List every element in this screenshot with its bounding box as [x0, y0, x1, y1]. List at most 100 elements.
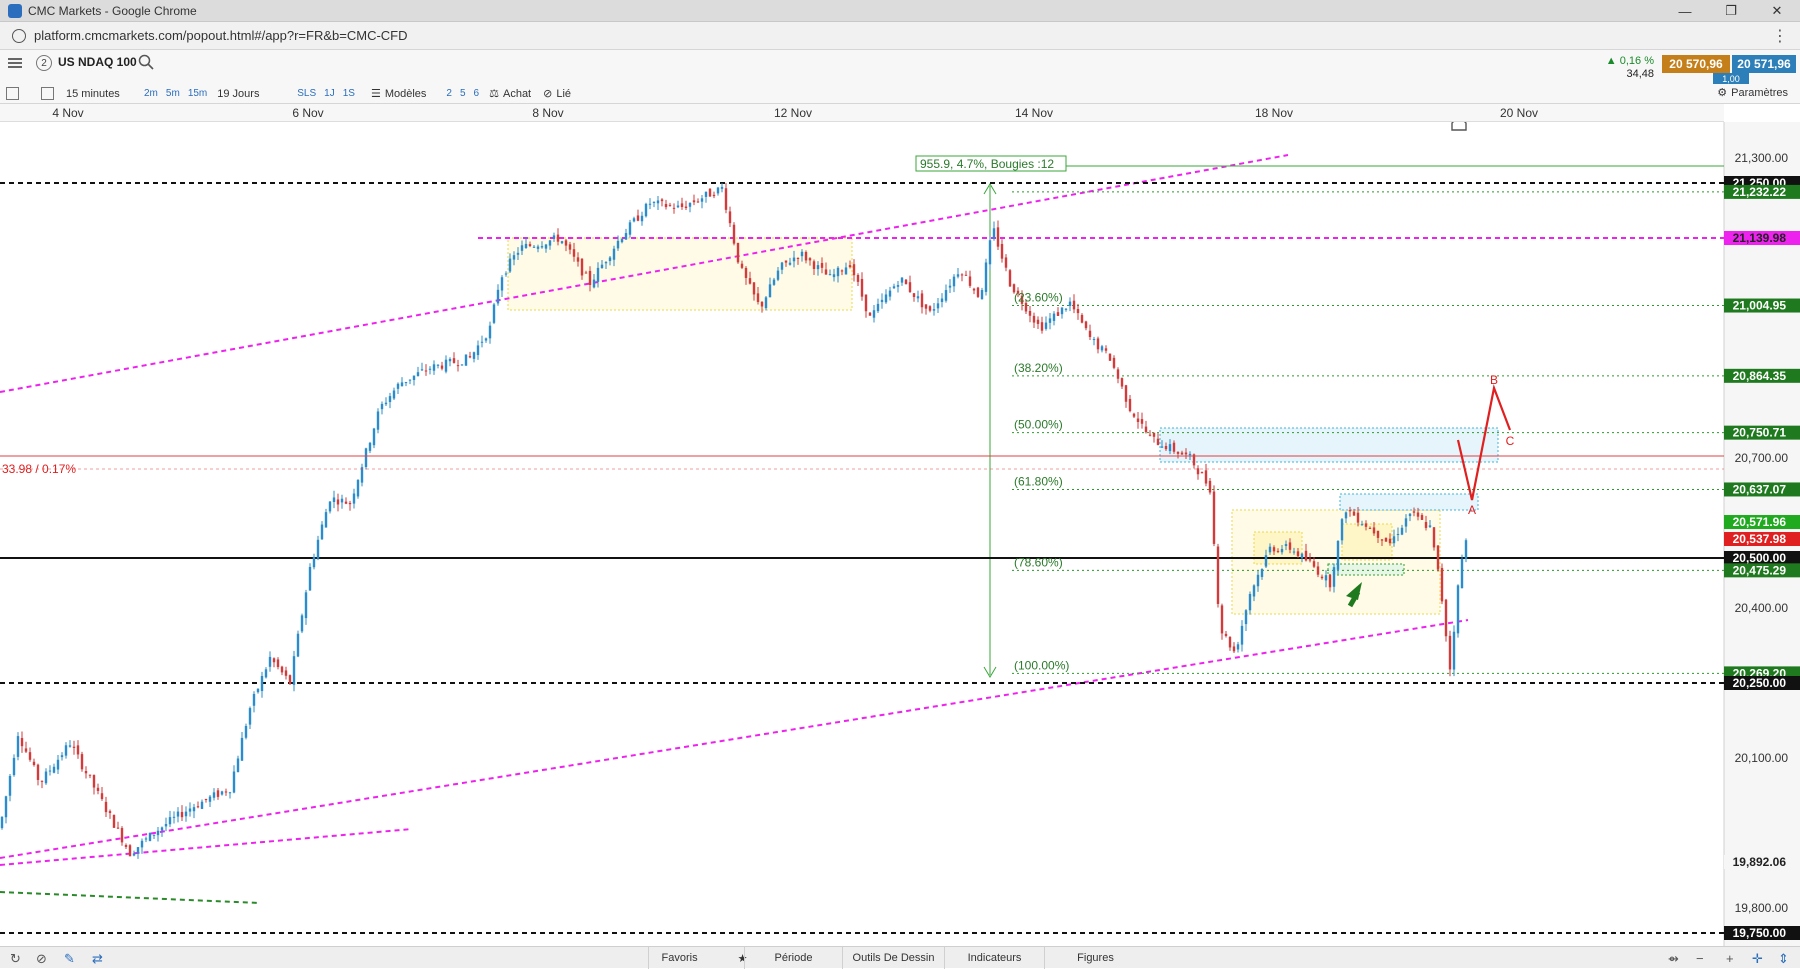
price-tag: 20,250.00 [1724, 676, 1800, 690]
candle [112, 814, 116, 828]
interval-select[interactable]: 15 minutes [60, 88, 140, 100]
chart-list-icon[interactable] [6, 87, 19, 100]
refresh-icon[interactable]: ↻ [10, 951, 21, 967]
candle [1452, 625, 1456, 677]
candle [1432, 526, 1436, 551]
wave-label: C [1506, 434, 1515, 448]
buy-price-button[interactable]: 20 571,96 [1732, 55, 1796, 73]
models-label: Modèles [384, 87, 427, 100]
cross-expand-icon[interactable]: ⇴ [1668, 951, 1679, 967]
move-icon[interactable]: ⇄ [92, 951, 103, 967]
price-tag: 20,537.98 [1724, 532, 1800, 547]
settings-button[interactable]: ⚙ Paramètres [1717, 86, 1788, 100]
candle [492, 302, 496, 325]
site-info-icon[interactable] [12, 28, 26, 43]
wave-label: B [1490, 373, 1498, 387]
price-tag-text: 20,750.71 [1733, 426, 1787, 440]
close-icon[interactable]: ✕ [1754, 0, 1800, 22]
candle [1460, 554, 1464, 589]
tab-indicateurs[interactable]: Indicateurs [944, 947, 1044, 969]
fit-icon[interactable]: ⇕ [1778, 951, 1789, 967]
instrument-name[interactable]: US NDAQ 100 [58, 55, 137, 69]
price-tag-text: 20,475.29 [1733, 563, 1787, 577]
address-bar: platform.cmcmarkets.com/popout.html#/app… [0, 22, 1800, 50]
models-menu[interactable]: ☰ Modèles [365, 87, 432, 101]
range-box[interactable] [1253, 531, 1303, 565]
price-tag-text: 21,232.22 [1733, 185, 1787, 199]
url-text[interactable]: platform.cmcmarkets.com/popout.html#/app… [34, 28, 408, 43]
models-icon: ☰ [370, 88, 381, 100]
maximize-icon[interactable]: ❐ [1708, 0, 1754, 22]
buy-button[interactable]: ⚖ Achat [483, 87, 537, 101]
candle [1336, 540, 1340, 575]
price-tag: 20,571.96 [1724, 515, 1800, 530]
tab-outils-de-dessin[interactable]: Outils De Dessin [842, 947, 944, 969]
count-6[interactable]: 6 [470, 88, 484, 99]
sell-price-button[interactable]: 20 570,96 [1662, 55, 1730, 73]
count-2[interactable]: 2 [442, 88, 456, 99]
candle [708, 188, 712, 197]
candle [364, 447, 368, 470]
range-select[interactable]: 19 Jours [211, 88, 293, 100]
instrument-toolbar: 2 US NDAQ 100 [0, 50, 1800, 86]
tab-periode[interactable]: Période [744, 947, 842, 969]
price-tag-text: 21,004.95 [1733, 299, 1787, 313]
zone-box[interactable] [1339, 493, 1479, 511]
instrument-count-badge: 2 [36, 55, 52, 71]
date-tick: 14 Nov [1014, 106, 1054, 120]
window-controls: — ❐ ✕ [1662, 0, 1800, 22]
browser-menu-icon[interactable]: ⋮ [1772, 26, 1788, 46]
candle [1464, 538, 1468, 563]
buy-label: Achat [502, 87, 532, 100]
candle [736, 242, 740, 264]
zone-box[interactable] [1327, 563, 1405, 576]
chrome-icon [8, 3, 22, 18]
price-tag: 19,892.06 [1724, 854, 1800, 869]
date-tick: 8 Nov [532, 106, 564, 120]
candle [1444, 598, 1448, 642]
pencil-icon[interactable]: ✎ [64, 951, 75, 967]
price-tag: 19,750.00 [1724, 926, 1800, 940]
settings-label: Paramètres [1731, 86, 1788, 99]
layout-grid-icon[interactable] [41, 87, 54, 100]
zoom-in-icon[interactable]: + [1726, 951, 1734, 966]
candle [984, 258, 988, 296]
price-tag: 20,637.07 [1724, 482, 1800, 497]
interval-15m[interactable]: 15m [184, 88, 211, 99]
range-box[interactable] [1341, 523, 1393, 561]
candle [308, 563, 312, 591]
candle [128, 844, 132, 857]
chart-type-1s[interactable]: 1S [339, 88, 359, 99]
fib-label: (50.00%) [1014, 418, 1063, 432]
crosshair-icon[interactable]: ✛ [1752, 951, 1763, 967]
zoom-out-icon[interactable]: − [1696, 951, 1704, 966]
interval-2m[interactable]: 2m [140, 88, 162, 99]
hamburger-icon[interactable] [8, 58, 22, 68]
link-button[interactable]: ⊘ Lié [537, 87, 577, 101]
tab-figures[interactable]: Figures [1044, 947, 1146, 969]
price-tag-text: 20,537.98 [1733, 532, 1787, 546]
chart-type-sls[interactable]: SLS [293, 88, 320, 99]
chart-type-1j[interactable]: 1J [320, 88, 339, 99]
candle [16, 732, 20, 761]
candle [1456, 584, 1460, 638]
date-tick: 4 Nov [52, 106, 84, 120]
price-tag: 21,232.22 [1724, 184, 1800, 199]
candle [1216, 543, 1220, 608]
search-icon[interactable] [138, 54, 154, 70]
candle [372, 427, 376, 449]
price-tag: 20,864.35 [1724, 368, 1800, 383]
candle [296, 630, 300, 658]
price-chart[interactable]: (23.60%) (38.20%) (50.00%) (61.80%) (78.60%)… [0, 122, 1800, 946]
minimize-icon[interactable]: — [1662, 0, 1708, 22]
range-box[interactable] [507, 237, 853, 311]
candle [732, 222, 736, 246]
price-tag-text: 20,637.07 [1733, 482, 1787, 496]
candle [80, 751, 84, 772]
count-5[interactable]: 5 [456, 88, 470, 99]
interval-5m[interactable]: 5m [162, 88, 184, 99]
candle [904, 278, 908, 285]
candle [1436, 545, 1440, 572]
price-tag-text: 20,571.96 [1733, 515, 1787, 529]
disable-icon[interactable]: ⊘ [36, 951, 47, 967]
